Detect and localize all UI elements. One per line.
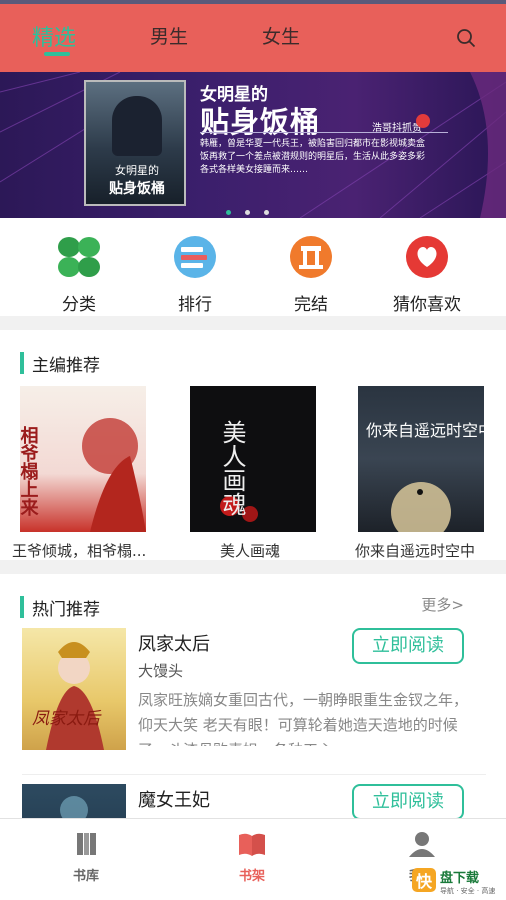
cover-art: 美人画魂 [218,420,258,522]
ranking-icon [174,236,216,278]
cover-art [60,796,88,818]
banner-cover-caption: 女明星的 [115,164,159,177]
banner-cover-caption2: 贴身饭桶 [109,181,165,197]
category-label: 排行 [178,295,212,315]
search-icon[interactable] [456,28,476,48]
nav-label: 书库 [72,869,99,884]
book-description: 凤家旺族嫡女重回古代，一朝睁眼重生金钗之年，仰天大笑 老天有眼！可算轮着她造天造… [138,691,468,746]
read-now-button[interactable]: 立即阅读 [352,628,464,664]
carousel-dot[interactable] [245,210,250,215]
library-icon [77,833,96,855]
category-finished[interactable]: 完结 [271,236,351,315]
tab-featured[interactable]: 精选 [32,20,76,52]
category-classify[interactable]: 分类 [39,236,119,315]
profile-icon [409,832,435,857]
cover-title-text: 美人画魂 [218,420,246,516]
cover-title-text: 相爷榻上来 [20,426,40,517]
book-cover[interactable] [22,784,126,818]
book-title[interactable]: 你来自遥远时空中 [355,540,475,561]
more-link[interactable]: 更多> [421,594,464,615]
cover-figure [112,96,162,156]
watermark-logo: 快 盘下载 导航 · 安全 · 高速 [412,868,495,895]
cover-title-text: 你来自遥远时空中 [366,421,484,440]
book-cover[interactable]: 你来自遥远时空中 [358,386,484,532]
book-author: 大馒头 [138,662,184,680]
book-cover[interactable]: 相爷榻上来 [20,386,146,532]
section-title: 主编推荐 [32,356,100,376]
book-title[interactable]: 美人画魂 [220,540,280,561]
banner-carousel[interactable]: 女明星的 贴身饭桶 女明星的 贴身饭桶 浩哥抖抓贵 韩雁，曾是华夏一代兵王，被陷… [0,72,506,218]
cover-title-text: 凤家太后 [32,709,102,729]
carousel-dot[interactable] [264,210,269,215]
category-label: 分类 [62,295,96,315]
banner-badge-icon [416,114,430,128]
book-cover[interactable]: 凤家太后 [22,628,126,750]
banner-title-line2: 贴身饭桶 [200,105,321,139]
book-cover[interactable]: 美人画魂 [190,386,316,532]
banner-book-cover[interactable]: 女明星的 贴身饭桶 [84,80,186,206]
section-accent-bar [20,596,24,618]
category-guess-you-like[interactable]: 猜你喜欢 [387,236,467,315]
nav-label: 书架 [238,869,265,884]
category-ranking[interactable]: 排行 [155,236,235,315]
category-label: 猜你喜欢 [393,295,461,315]
top-header: 精选 男生 女生 [0,0,506,72]
clover-icon [58,237,100,277]
hot-book-item[interactable]: 魔女王妃 立即阅读 [0,784,506,818]
read-now-button[interactable]: 立即阅读 [352,784,464,818]
bookshelf-icon [239,833,265,856]
tab-female[interactable]: 女生 [262,22,300,49]
heart-icon [406,236,448,278]
carousel-indicators [226,200,283,215]
list-divider [22,774,486,775]
category-row: 分类 排行 完结 猜你喜欢 [0,218,506,316]
hot-picks-section: 热门推荐 更多> 凤家太后 凤家太后 大馒头 凤家旺族嫡女重回古代，一朝睁眼重生… [0,574,506,818]
editor-picks-section: 主编推荐 相爷榻上来 王爷倾城，相爷榻... 美人画魂 美人画魂 你来自遥远时空… [0,330,506,560]
book-name[interactable]: 凤家太后 [138,630,210,656]
section-accent-bar [20,352,24,374]
book-name[interactable]: 魔女王妃 [138,786,210,812]
cover-art: 凤家太后 [32,642,104,750]
cover-art: 相爷榻上来 [20,418,146,532]
category-label: 完结 [294,295,328,315]
svg-text:快: 快 [416,872,433,891]
nav-library[interactable]: 书库 [56,829,116,884]
section-title: 热门推荐 [32,600,100,620]
finished-icon [290,236,332,278]
carousel-dot[interactable] [226,210,231,215]
hot-book-item[interactable]: 凤家太后 凤家太后 大馒头 凤家旺族嫡女重回古代，一朝睁眼重生金钗之年，仰天大笑… [0,626,506,774]
svg-text:导航 · 安全 · 高速: 导航 · 安全 · 高速 [440,886,495,895]
tab-male[interactable]: 男生 [150,22,188,49]
svg-text:盘下载: 盘下载 [440,870,479,886]
tab-featured-underline [44,52,70,56]
cover-art: 你来自遥远时空中 [366,421,484,532]
banner-description: 韩雁，曾是华夏一代兵王，被陷害回归都市在影视城卖盒饭再救了一个差点被潜规则的明星… [200,139,426,175]
nav-bookshelf[interactable]: 书架 [222,829,282,884]
banner-divider [200,132,448,133]
book-title[interactable]: 王爷倾城，相爷榻... [12,540,146,561]
status-strip [0,0,506,4]
